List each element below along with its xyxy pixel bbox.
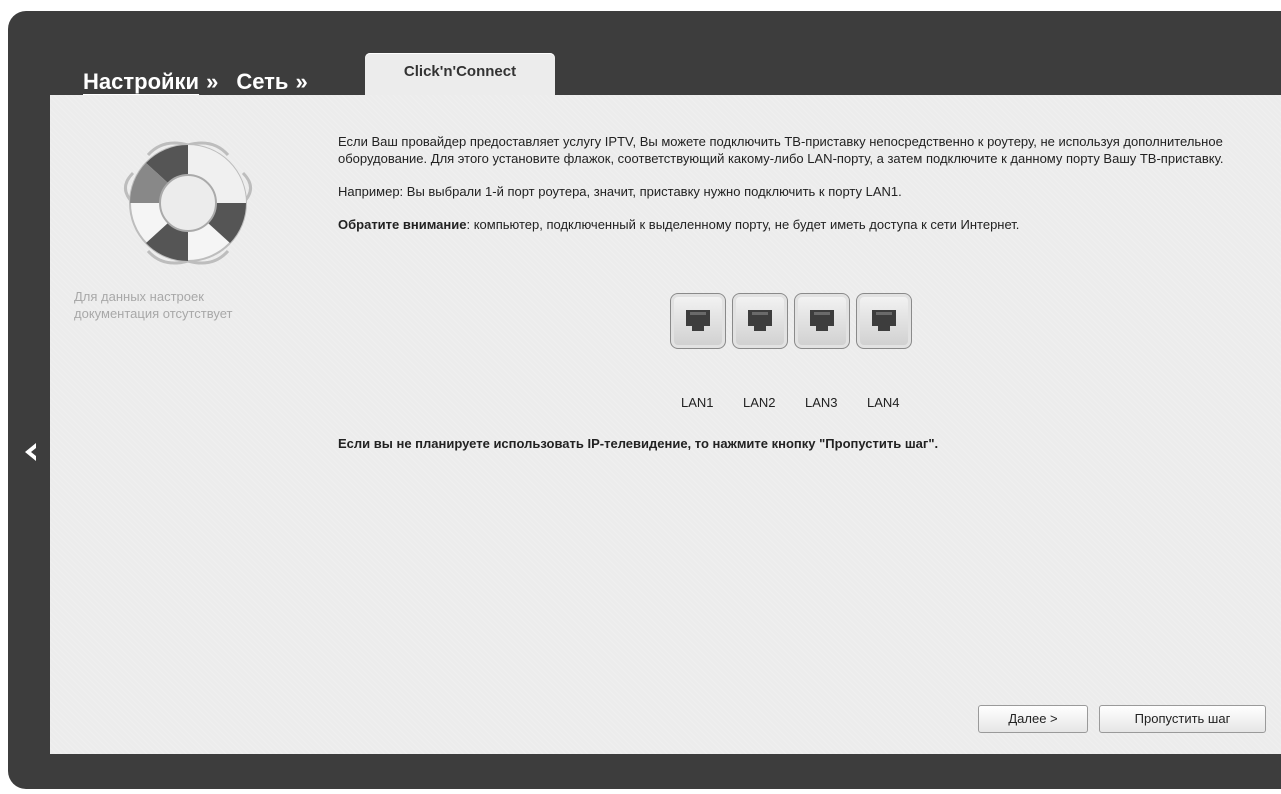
content-text: Если Ваш провайдер предоставляет услугу … bbox=[338, 133, 1268, 249]
lan1-label: LAN1 bbox=[681, 395, 714, 410]
lifebuoy-icon bbox=[108, 133, 268, 273]
lan3-port-checkbox[interactable] bbox=[794, 293, 850, 349]
lan4-label: LAN4 bbox=[867, 395, 900, 410]
skip-step-button[interactable]: Пропустить шаг bbox=[1099, 705, 1266, 733]
main-panel: Для данных настроек документация отсутст… bbox=[50, 95, 1281, 754]
skip-note: Если вы не планируете использовать IP-те… bbox=[338, 436, 939, 451]
breadcrumb: Настройки » Сеть » bbox=[83, 69, 326, 95]
ethernet-port-icon bbox=[686, 310, 710, 331]
help-text-line2: документация отсутствует bbox=[74, 306, 233, 321]
breadcrumb-network[interactable]: Сеть bbox=[236, 69, 288, 95]
lan-ports bbox=[670, 293, 912, 349]
tab-click-n-connect[interactable]: Click'n'Connect bbox=[365, 53, 555, 95]
lan2-port-checkbox[interactable] bbox=[732, 293, 788, 349]
chevron-left-icon[interactable] bbox=[22, 440, 42, 464]
iptv-description: Если Ваш провайдер предоставляет услугу … bbox=[338, 134, 1224, 166]
next-button[interactable]: Далее > bbox=[978, 705, 1088, 733]
breadcrumb-settings[interactable]: Настройки bbox=[83, 69, 199, 95]
lan-port-labels: LAN1 LAN2 LAN3 LAN4 bbox=[681, 395, 929, 410]
ethernet-port-icon bbox=[872, 310, 896, 331]
breadcrumb-separator: » bbox=[295, 69, 308, 94]
lan1-port-checkbox[interactable] bbox=[670, 293, 726, 349]
iptv-example: Например: Вы выбрали 1-й порт роутера, з… bbox=[338, 184, 902, 199]
lan3-label: LAN3 bbox=[805, 395, 838, 410]
iptv-note: Обратите внимание: компьютер, подключенн… bbox=[338, 216, 1268, 233]
ethernet-port-icon bbox=[748, 310, 772, 331]
breadcrumb-separator: » bbox=[206, 69, 219, 94]
ethernet-port-icon bbox=[810, 310, 834, 331]
note-label: Обратите внимание bbox=[338, 217, 467, 232]
note-text: : компьютер, подключенный к выделенному … bbox=[466, 217, 1020, 232]
help-text: Для данных настроек документация отсутст… bbox=[74, 288, 284, 322]
lan2-label: LAN2 bbox=[743, 395, 776, 410]
lan4-port-checkbox[interactable] bbox=[856, 293, 912, 349]
help-text-line1: Для данных настроек bbox=[74, 289, 204, 304]
